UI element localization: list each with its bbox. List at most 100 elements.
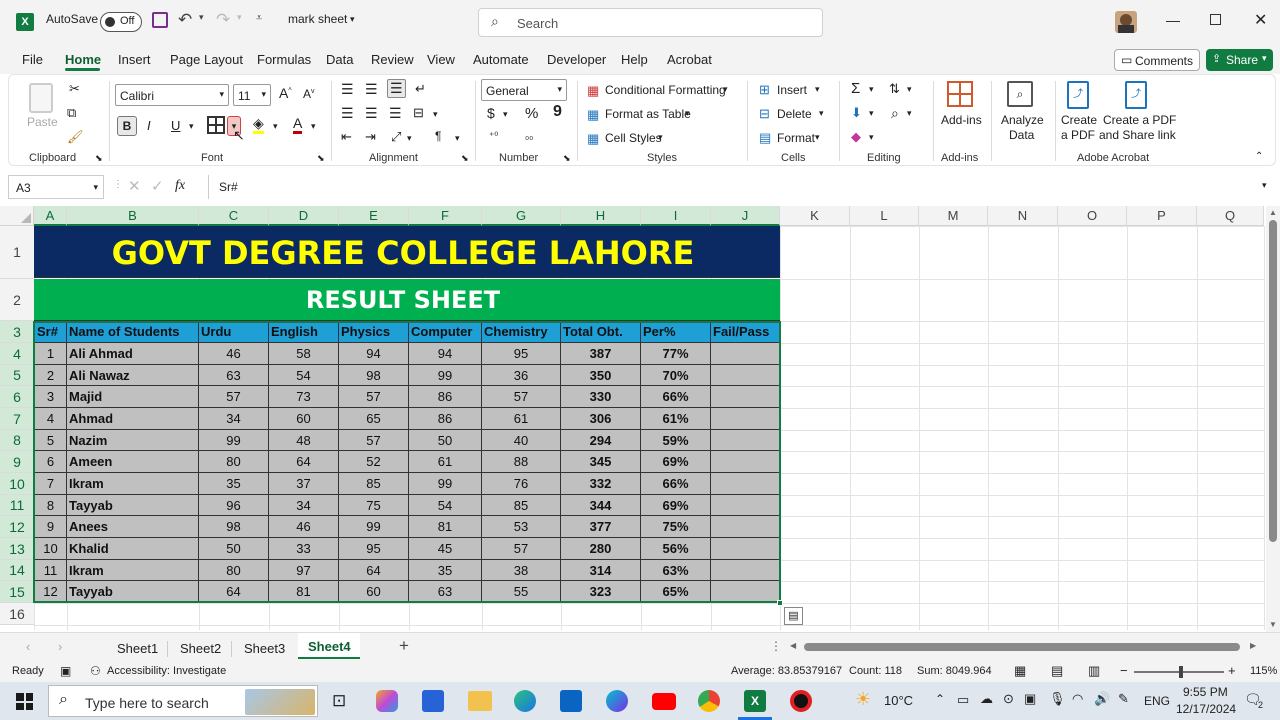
- table-header-cell[interactable]: Fail/Pass: [711, 321, 780, 343]
- table-cell[interactable]: 80: [199, 560, 269, 581]
- filename-chevron-icon[interactable]: ▾: [350, 14, 355, 25]
- table-cell[interactable]: Ikram: [67, 473, 199, 495]
- add-ins-button[interactable]: Add-ins: [941, 113, 982, 127]
- file-explorer-icon[interactable]: [468, 691, 492, 711]
- table-cell[interactable]: 60: [339, 581, 409, 603]
- table-cell[interactable]: 330: [561, 386, 641, 408]
- table-cell[interactable]: 323: [561, 581, 641, 603]
- paste-button[interactable]: Paste: [23, 81, 59, 131]
- table-cell[interactable]: 55: [482, 581, 561, 603]
- table-cell[interactable]: Tayyab: [67, 581, 199, 603]
- redo-icon[interactable]: ↷: [216, 10, 230, 30]
- menu-page-layout[interactable]: Page Layout: [170, 52, 243, 67]
- row-header-11[interactable]: 11: [0, 495, 34, 516]
- table-cell[interactable]: 11: [34, 560, 67, 581]
- copilot-icon[interactable]: [376, 690, 398, 712]
- table-cell[interactable]: [711, 538, 780, 560]
- table-cell[interactable]: 4: [34, 408, 67, 430]
- table-cell[interactable]: 64: [269, 451, 339, 473]
- sheet-subtitle-cell[interactable]: RESULT SHEET: [34, 279, 780, 321]
- row-header-15[interactable]: 15: [0, 581, 34, 603]
- table-cell[interactable]: 57: [339, 430, 409, 451]
- column-header-n[interactable]: N: [988, 206, 1058, 226]
- autosum-icon[interactable]: Σ: [851, 80, 860, 97]
- table-cell[interactable]: 85: [482, 495, 561, 516]
- maximize-icon[interactable]: [1210, 14, 1221, 25]
- status-count[interactable]: Count: 118: [849, 665, 902, 677]
- align-left-icon[interactable]: ☰: [341, 105, 354, 122]
- table-cell[interactable]: 50: [199, 538, 269, 560]
- find-dropdown-icon[interactable]: ▾: [907, 108, 912, 119]
- format-painter-icon[interactable]: 🖌: [67, 129, 84, 145]
- zoom-level[interactable]: 115%: [1250, 665, 1277, 677]
- table-cell[interactable]: 12: [34, 581, 67, 603]
- table-cell[interactable]: [711, 581, 780, 603]
- table-cell[interactable]: 95: [482, 343, 561, 365]
- decrease-decimal-icon[interactable]: ₀₀: [525, 131, 533, 142]
- format-as-table-button[interactable]: Format as Table: [605, 107, 691, 121]
- align-bottom-icon[interactable]: ☰: [387, 79, 406, 98]
- table-cell[interactable]: 85: [339, 473, 409, 495]
- create-share-line2[interactable]: and Share link: [1099, 128, 1176, 142]
- fill-color-dropdown-icon[interactable]: ▾: [273, 121, 278, 132]
- menu-insert[interactable]: Insert: [118, 52, 151, 67]
- undo-dropdown-icon[interactable]: ▾: [199, 12, 204, 23]
- status-sum[interactable]: Sum: 8049.964: [917, 665, 992, 677]
- paragraph-icon[interactable]: ¶: [435, 129, 441, 143]
- table-cell[interactable]: 344: [561, 495, 641, 516]
- table-cell[interactable]: 48: [269, 430, 339, 451]
- menu-review[interactable]: Review: [371, 52, 414, 67]
- column-header-e[interactable]: E: [339, 206, 409, 226]
- table-cell[interactable]: 57: [199, 386, 269, 408]
- tab-sheet2[interactable]: Sheet2: [180, 641, 221, 656]
- taskbar-search[interactable]: ⌕ Type here to search: [48, 685, 318, 717]
- zoom-out-icon[interactable]: −: [1120, 663, 1128, 678]
- volume-icon[interactable]: 🔊: [1094, 691, 1110, 707]
- table-cell[interactable]: Nazim: [67, 430, 199, 451]
- table-cell[interactable]: 377: [561, 516, 641, 538]
- underline-button[interactable]: U: [171, 118, 180, 133]
- accessibility-status[interactable]: Accessibility: Investigate: [107, 665, 226, 677]
- merge-center-icon[interactable]: ⊟: [413, 105, 424, 121]
- scroll-down-icon[interactable]: ▼: [1269, 620, 1277, 629]
- orientation-dropdown-icon[interactable]: ▾: [407, 133, 412, 144]
- scroll-right-icon[interactable]: ▶: [1250, 641, 1256, 650]
- table-cell[interactable]: 345: [561, 451, 641, 473]
- table-cell[interactable]: 69%: [641, 451, 711, 473]
- table-cell[interactable]: 88: [482, 451, 561, 473]
- table-cell[interactable]: 77%: [641, 343, 711, 365]
- table-cell[interactable]: 60: [269, 408, 339, 430]
- accessibility-icon[interactable]: ⚇: [90, 664, 101, 678]
- battery-icon[interactable]: ▭: [957, 692, 969, 708]
- table-header-cell[interactable]: Urdu: [199, 321, 269, 343]
- column-header-c[interactable]: C: [199, 206, 269, 226]
- table-cell[interactable]: 97: [269, 560, 339, 581]
- menu-data[interactable]: Data: [326, 52, 353, 67]
- column-header-g[interactable]: G: [482, 206, 561, 226]
- table-cell[interactable]: 36: [482, 365, 561, 386]
- table-cell[interactable]: 40: [482, 430, 561, 451]
- table-cell[interactable]: 76: [482, 473, 561, 495]
- table-cell[interactable]: 64: [199, 581, 269, 603]
- table-cell[interactable]: 280: [561, 538, 641, 560]
- table-cell[interactable]: 56%: [641, 538, 711, 560]
- confirm-entry-icon[interactable]: ✓: [151, 177, 164, 195]
- column-header-o[interactable]: O: [1058, 206, 1127, 226]
- column-header-h[interactable]: H: [561, 206, 641, 226]
- table-cell[interactable]: [711, 343, 780, 365]
- table-header-cell[interactable]: Name of Students: [67, 321, 199, 343]
- table-cell[interactable]: 96: [199, 495, 269, 516]
- table-cell[interactable]: 2: [34, 365, 67, 386]
- menu-help[interactable]: Help: [621, 52, 648, 67]
- macro-record-icon[interactable]: ▣: [60, 664, 71, 678]
- menu-home[interactable]: Home: [65, 52, 101, 67]
- table-header-cell[interactable]: Chemistry: [482, 321, 561, 343]
- table-cell[interactable]: 99: [409, 365, 482, 386]
- table-cell[interactable]: [711, 430, 780, 451]
- italic-button[interactable]: I: [147, 118, 151, 133]
- canva-icon[interactable]: [606, 690, 628, 712]
- number-format-select[interactable]: General ▾: [481, 79, 567, 101]
- table-cell[interactable]: [711, 473, 780, 495]
- menu-file[interactable]: File: [22, 52, 43, 67]
- tab-sheet3[interactable]: Sheet3: [244, 641, 285, 656]
